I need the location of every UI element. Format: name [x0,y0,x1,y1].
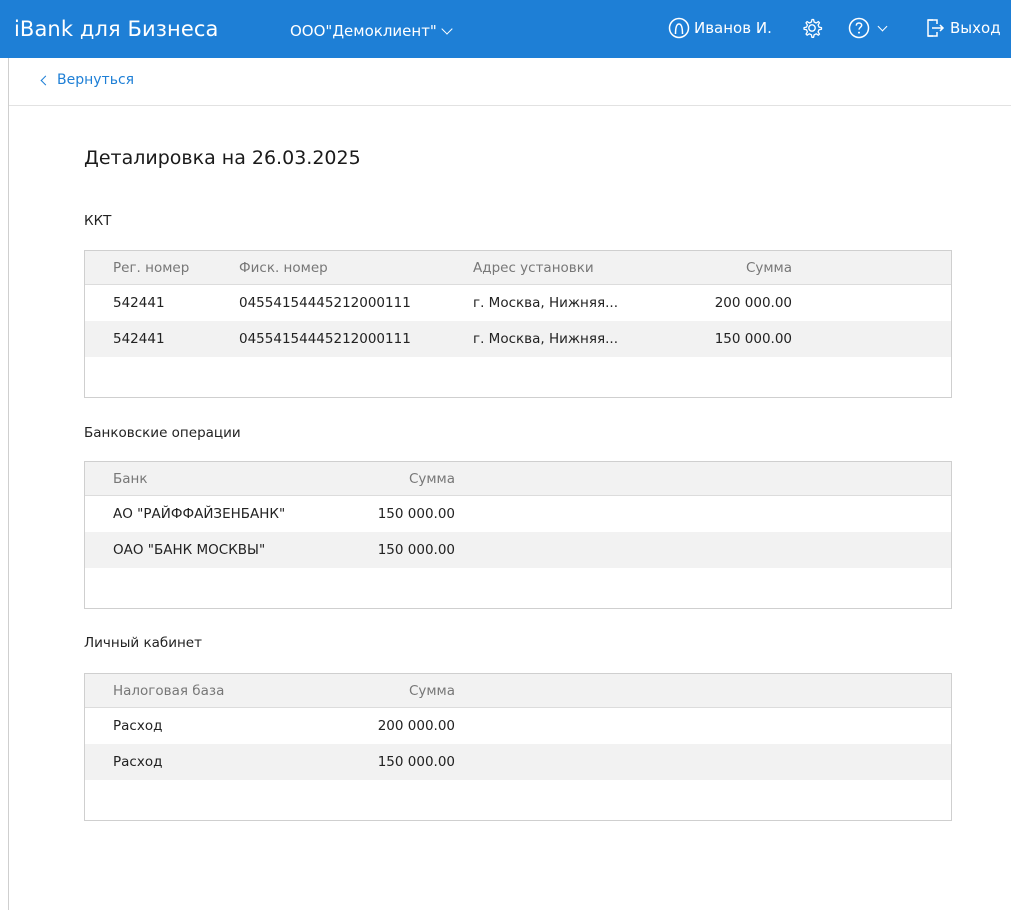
address-cell: г. Москва, Нижняя... [473,295,618,311]
table-empty-row [85,568,951,608]
fiscal-number-cell: 04554154445212000111 [239,295,411,311]
user-menu[interactable]: Иванов И. [668,17,772,39]
table-row[interactable]: АО "РАЙФФАЙЗЕНБАНК" 150 000.00 [85,496,951,532]
chevron-down-icon [877,21,888,31]
org-name: ООО"Демоклиент" [290,22,437,40]
amount-cell: 200 000.00 [377,718,455,734]
column-header[interactable]: Налоговая база [113,674,224,708]
logout-icon [927,19,945,37]
reg-number-cell: 542441 [113,331,165,347]
tax-base-cell: Расход [113,718,163,734]
logout-button[interactable]: Выход [924,17,1001,39]
section-label-cabinet: Личный кабинет [84,635,202,651]
column-header[interactable]: Сумма [335,462,455,496]
cabinet-table: Налоговая база Сумма Расход 200 000.00 Р… [84,673,952,821]
left-border [8,58,9,910]
page-title: Деталировка на 26.03.2025 [84,147,361,169]
gear-icon [803,18,823,38]
column-header[interactable]: Банк [113,462,148,496]
address-cell: г. Москва, Нижняя... [473,331,618,347]
fiscal-number-cell: 04554154445212000111 [239,331,411,347]
kkt-table: Рег. номер Фиск. номер Адрес установки С… [84,250,952,398]
column-header[interactable]: Фиск. номер [239,251,328,285]
back-label: Вернуться [57,72,135,88]
amount-cell: 150 000.00 [377,754,455,770]
table-row[interactable]: Расход 150 000.00 [85,744,951,780]
top-bar: iBank для Бизнеса ООО"Демоклиент" Иванов… [0,0,1011,58]
column-header[interactable]: Адрес установки [473,251,594,285]
section-label-kkt: ККТ [84,213,112,229]
amount-cell: 150 000.00 [714,331,792,347]
bank-table: Банк Сумма АО "РАЙФФАЙЗЕНБАНК" 150 000.0… [84,461,952,609]
section-label-bank: Банковские операции [84,425,241,441]
chevron-down-icon [441,23,453,35]
bank-name-cell: ОАО "БАНК МОСКВЫ" [113,542,266,558]
column-header[interactable]: Рег. номер [113,251,189,285]
help-icon [848,17,870,39]
table-row[interactable]: 542441 04554154445212000111 г. Москва, Н… [85,321,951,357]
tax-base-cell: Расход [113,754,163,770]
table-header-row: Банк Сумма [85,462,951,496]
back-bar: Вернуться [9,58,1011,106]
settings-button[interactable] [801,17,823,43]
table-header-row: Налоговая база Сумма [85,674,951,708]
user-icon [668,17,690,39]
app-brand[interactable]: iBank для Бизнеса [14,17,219,41]
table-row[interactable]: Расход 200 000.00 [85,708,951,744]
table-empty-row [85,780,951,820]
user-name: Иванов И. [694,19,772,37]
chevron-left-icon [40,75,51,85]
amount-cell: 150 000.00 [377,542,455,558]
table-empty-row [85,357,951,397]
help-menu[interactable] [848,17,888,39]
column-header[interactable]: Сумма [675,251,792,285]
org-selector[interactable]: ООО"Демоклиент" [290,22,453,40]
back-link[interactable]: Вернуться [40,72,135,88]
table-row[interactable]: ОАО "БАНК МОСКВЫ" 150 000.00 [85,532,951,568]
amount-cell: 150 000.00 [377,506,455,522]
column-header[interactable]: Сумма [335,674,455,708]
amount-cell: 200 000.00 [714,295,792,311]
bank-name-cell: АО "РАЙФФАЙЗЕНБАНК" [113,506,286,522]
table-header-row: Рег. номер Фиск. номер Адрес установки С… [85,251,951,285]
logout-label: Выход [950,19,1001,37]
table-row[interactable]: 542441 04554154445212000111 г. Москва, Н… [85,285,951,321]
reg-number-cell: 542441 [113,295,165,311]
